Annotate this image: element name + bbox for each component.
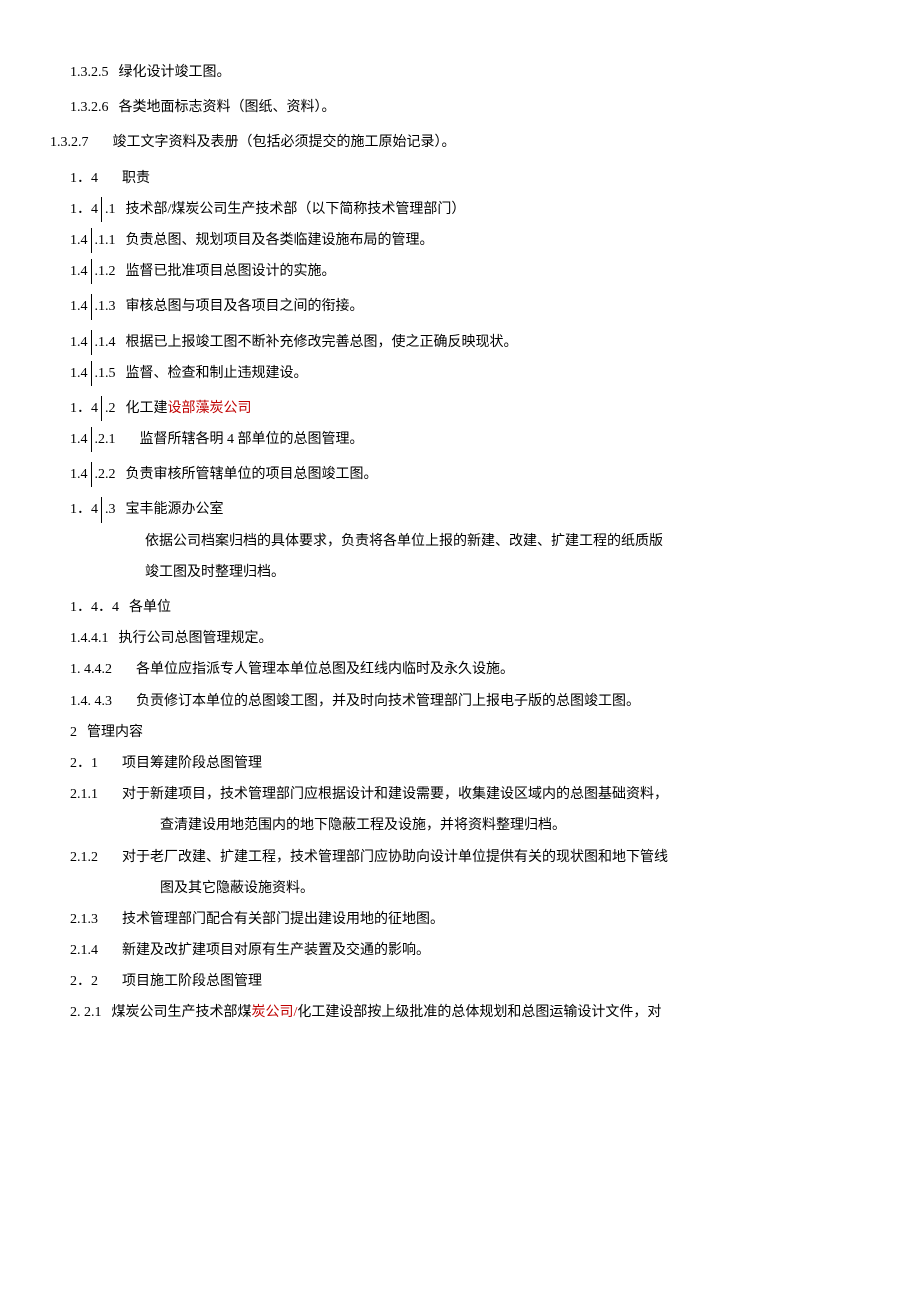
document-line: 1.3.2.7 竣工文字资料及表册（包括必须提交的施工原始记录）。	[50, 130, 870, 155]
line-number: 2.1.4	[70, 938, 98, 963]
line-text: 根据已上报竣工图不断补充修改完善总图，使之正确反映现状。	[126, 330, 871, 355]
document-line: 1.4.1.1 负责总图、规划项目及各类临建设施布局的管理。	[50, 228, 870, 253]
line-number-suffix: .1.1	[95, 228, 116, 253]
line-text: 绿化设计竣工图。	[119, 60, 871, 85]
line-text: 图及其它隐蔽设施资料。	[160, 876, 870, 901]
document-line: 依据公司档案归档的具体要求，负责将各单位上报的新建、改建、扩建工程的纸质版	[50, 529, 870, 554]
line-text: 负责总图、规划项目及各类临建设施布局的管理。	[126, 228, 871, 253]
line-number: 1．4	[70, 497, 102, 522]
line-text: 对于新建项目，技术管理部门应根据设计和建设需要，收集建设区域内的总图基础资料，	[122, 782, 870, 807]
document-line: 查清建设用地范围内的地下隐蔽工程及设施，并将资料整理归档。	[50, 813, 870, 838]
document-line: 2．2 项目施工阶段总图管理	[50, 969, 870, 994]
line-number: 1.4	[70, 427, 92, 452]
document-line: 1.4. 4.3 负贡修订本单位的总图竣工图，并及时向技术管理部门上报电子版的总图…	[50, 689, 870, 714]
line-text: 监督已批准项目总图设计的实施。	[126, 259, 871, 284]
line-text: 负贡修订本单位的总图竣工图，并及时向技术管理部门上报电子版的总图竣工图。	[136, 689, 870, 714]
line-text: 依据公司档案归档的具体要求，负责将各单位上报的新建、改建、扩建工程的纸质版	[145, 529, 870, 554]
line-text: 化工建设部藻炭公司	[126, 396, 871, 421]
line-text: 竣工图及时整理归档。	[145, 560, 870, 585]
document-line: 竣工图及时整理归档。	[50, 560, 870, 585]
line-text: 监督所辖各明 4 部单位的总图管理。	[140, 427, 871, 452]
line-text: 技术管理部门配合有关部门提出建设用地的征地图。	[122, 907, 870, 932]
document-line: 图及其它隐蔽设施资料。	[50, 876, 870, 901]
line-number: 1.4	[70, 294, 92, 319]
line-text: 负责审核所管辖单位的项目总图竣工图。	[126, 462, 871, 487]
line-text: 审核总图与项目及各项目之间的衔接。	[126, 294, 871, 319]
document-line: 2.1.1 对于新建项目，技术管理部门应根据设计和建设需要，收集建设区域内的总图基…	[50, 782, 870, 807]
line-text: 各单位	[129, 595, 870, 620]
document-line: 2.1.2 对于老厂改建、扩建工程，技术管理部门应协助向设计单位提供有关的现状图和…	[50, 845, 870, 870]
line-text: 执行公司总图管理规定。	[119, 626, 871, 651]
line-number: 2．2	[70, 969, 98, 994]
document-line: 1.4.1.3 审核总图与项目及各项目之间的衔接。	[50, 294, 870, 319]
line-number-suffix: .1	[105, 197, 116, 222]
document-line: 1.4.1.5 监督、检查和制止违规建设。	[50, 361, 870, 386]
line-text: 对于老厂改建、扩建工程，技术管理部门应协助向设计单位提供有关的现状图和地下管线	[122, 845, 870, 870]
line-number: 1.3.2.7	[50, 130, 89, 155]
red-text: 设部藻炭公司	[168, 401, 252, 416]
line-text: 职责	[122, 166, 870, 191]
line-number: 2. 2.1	[70, 1000, 102, 1025]
document-line: 1. 4.4.2 各单位应指派专人管理本单位总图及红线内临时及永久设施。	[50, 657, 870, 682]
line-number: 2．1	[70, 751, 98, 776]
line-text: 查清建设用地范围内的地下隐蔽工程及设施，并将资料整理归档。	[160, 813, 870, 838]
document-line: 2.1.3 技术管理部门配合有关部门提出建设用地的征地图。	[50, 907, 870, 932]
document-line: 2．1 项目筹建阶段总图管理	[50, 751, 870, 776]
line-number: 1．4	[70, 197, 102, 222]
document-line: 1.4.1.4 根据已上报竣工图不断补充修改完善总图，使之正确反映现状。	[50, 330, 870, 355]
document-line: 1.4.4.1 执行公司总图管理规定。	[50, 626, 870, 651]
line-text: 宝丰能源办公室	[126, 497, 871, 522]
line-number: 2.1.2	[70, 845, 98, 870]
document-line: 2.1.4 新建及改扩建项目对原有生产装置及交通的影响。	[50, 938, 870, 963]
document-line: 1.4.2.1 监督所辖各明 4 部单位的总图管理。	[50, 427, 870, 452]
line-number: 2.1.1	[70, 782, 98, 807]
line-number: 1．4	[70, 396, 102, 421]
line-number-suffix: .1.5	[95, 361, 116, 386]
line-text: 新建及改扩建项目对原有生产装置及交通的影响。	[122, 938, 870, 963]
line-number-suffix: .3	[105, 497, 116, 522]
line-number: 1.4.4.1	[70, 626, 109, 651]
line-number: 1.3.2.5	[70, 60, 109, 85]
line-number-suffix: .2.1	[95, 427, 116, 452]
document-line: 1．4．4 各单位	[50, 595, 870, 620]
document-line: 1.3.2.5 绿化设计竣工图。	[50, 60, 870, 85]
line-text: 各类地面标志资料（图纸、资料）。	[119, 95, 871, 120]
document-line: 2 管理内容	[50, 720, 870, 745]
red-text: 炭公司/	[252, 1005, 298, 1020]
line-number: 2.1.3	[70, 907, 98, 932]
line-number: 2	[70, 720, 77, 745]
line-number-suffix: .1.4	[95, 330, 116, 355]
line-number: 1.3.2.6	[70, 95, 109, 120]
line-text: 技术部/煤炭公司生产技术部（以下简称技术管理部门）	[126, 197, 871, 222]
line-number: 1.4	[70, 330, 92, 355]
line-number-suffix: .2.2	[95, 462, 116, 487]
document-line: 1.4.2.2 负责审核所管辖单位的项目总图竣工图。	[50, 462, 870, 487]
line-number-suffix: .1.2	[95, 259, 116, 284]
document-line: 1.3.2.6 各类地面标志资料（图纸、资料）。	[50, 95, 870, 120]
document-line: 1．4.1 技术部/煤炭公司生产技术部（以下简称技术管理部门）	[50, 197, 870, 222]
document-line: 1．4 职责	[50, 166, 870, 191]
line-text: 项目筹建阶段总图管理	[122, 751, 870, 776]
document-line: 1．4.3 宝丰能源办公室	[50, 497, 870, 522]
line-text: 竣工文字资料及表册（包括必须提交的施工原始记录）。	[113, 130, 871, 155]
document-line: 2. 2.1 煤炭公司生产技术部煤炭公司/化工建设部按上级批准的总体规划和总图运输…	[50, 1000, 870, 1025]
line-number: 1.4	[70, 361, 92, 386]
line-number: 1．4．4	[70, 595, 119, 620]
line-number: 1.4	[70, 228, 92, 253]
line-number: 1. 4.4.2	[70, 657, 112, 682]
line-text: 管理内容	[87, 720, 870, 745]
line-number-suffix: .2	[105, 396, 116, 421]
line-number: 1.4	[70, 259, 92, 284]
line-text: 监督、检查和制止违规建设。	[126, 361, 871, 386]
line-number: 1.4	[70, 462, 92, 487]
line-number: 1．4	[70, 166, 98, 191]
line-text: 项目施工阶段总图管理	[122, 969, 870, 994]
line-text: 煤炭公司生产技术部煤炭公司/化工建设部按上级批准的总体规划和总图运输设计文件，对	[112, 1000, 871, 1025]
line-text: 各单位应指派专人管理本单位总图及红线内临时及永久设施。	[136, 657, 870, 682]
line-number: 1.4. 4.3	[70, 689, 112, 714]
line-number-suffix: .1.3	[95, 294, 116, 319]
document-line: 1．4.2 化工建设部藻炭公司	[50, 396, 870, 421]
document-line: 1.4.1.2 监督已批准项目总图设计的实施。	[50, 259, 870, 284]
